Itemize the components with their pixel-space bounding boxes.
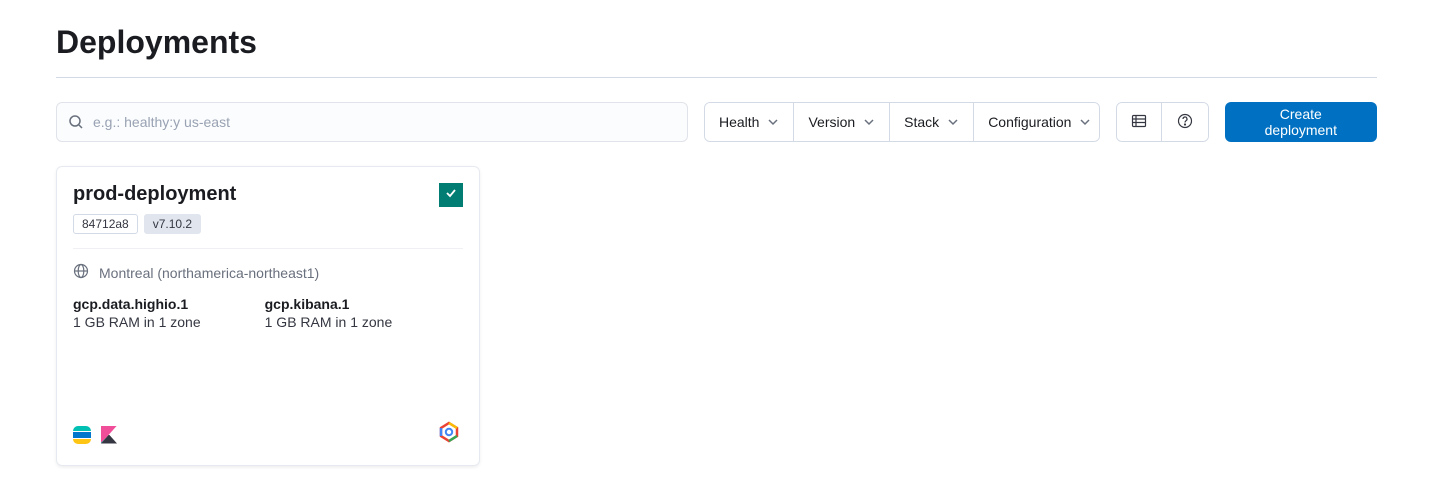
filter-health[interactable]: Health bbox=[705, 103, 794, 141]
filter-label: Configuration bbox=[988, 114, 1071, 130]
divider bbox=[73, 248, 463, 249]
instance-spec: 1 GB RAM in 1 zone bbox=[265, 314, 393, 330]
view-options-group bbox=[1116, 102, 1209, 142]
help-button[interactable] bbox=[1162, 103, 1207, 141]
status-badge bbox=[439, 183, 463, 207]
instance-item: gcp.data.highio.1 1 GB RAM in 1 zone bbox=[73, 296, 201, 330]
filter-configuration[interactable]: Configuration bbox=[974, 103, 1100, 141]
card-footer bbox=[73, 404, 463, 449]
filter-group: Health Version Stack Configuration bbox=[704, 102, 1100, 142]
page-title: Deployments bbox=[56, 24, 1377, 78]
elasticsearch-icon bbox=[73, 426, 91, 444]
filter-stack[interactable]: Stack bbox=[890, 103, 974, 141]
gcp-icon bbox=[435, 420, 463, 449]
filter-label: Stack bbox=[904, 114, 939, 130]
instance-item: gcp.kibana.1 1 GB RAM in 1 zone bbox=[265, 296, 393, 330]
deployment-id-badge: 84712a8 bbox=[73, 214, 138, 234]
table-view-button[interactable] bbox=[1117, 103, 1162, 141]
instances-list: gcp.data.highio.1 1 GB RAM in 1 zone gcp… bbox=[73, 296, 463, 330]
help-icon bbox=[1177, 113, 1193, 132]
search-icon bbox=[68, 114, 84, 130]
globe-icon bbox=[73, 263, 89, 282]
instance-name: gcp.data.highio.1 bbox=[73, 296, 201, 312]
toolbar: Health Version Stack Configuration Creat bbox=[56, 102, 1377, 142]
check-icon bbox=[444, 186, 458, 205]
create-deployment-button[interactable]: Create deployment bbox=[1225, 102, 1377, 142]
chevron-down-icon bbox=[947, 116, 959, 128]
search-input[interactable] bbox=[56, 102, 688, 142]
kibana-icon bbox=[101, 426, 117, 444]
search-wrapper bbox=[56, 102, 688, 142]
chevron-down-icon bbox=[767, 116, 779, 128]
instance-name: gcp.kibana.1 bbox=[265, 296, 393, 312]
region-row: Montreal (northamerica-northeast1) bbox=[73, 263, 463, 282]
filter-label: Health bbox=[719, 114, 759, 130]
region-text: Montreal (northamerica-northeast1) bbox=[99, 265, 319, 281]
deployment-name: prod-deployment bbox=[73, 183, 236, 206]
instance-spec: 1 GB RAM in 1 zone bbox=[73, 314, 201, 330]
chevron-down-icon bbox=[863, 116, 875, 128]
filter-label: Version bbox=[808, 114, 855, 130]
chevron-down-icon bbox=[1079, 116, 1091, 128]
deployment-card[interactable]: prod-deployment 84712a8 v7.10.2 Montreal… bbox=[56, 166, 480, 466]
deployment-version-badge: v7.10.2 bbox=[144, 214, 201, 234]
table-icon bbox=[1131, 113, 1147, 132]
filter-version[interactable]: Version bbox=[794, 103, 890, 141]
